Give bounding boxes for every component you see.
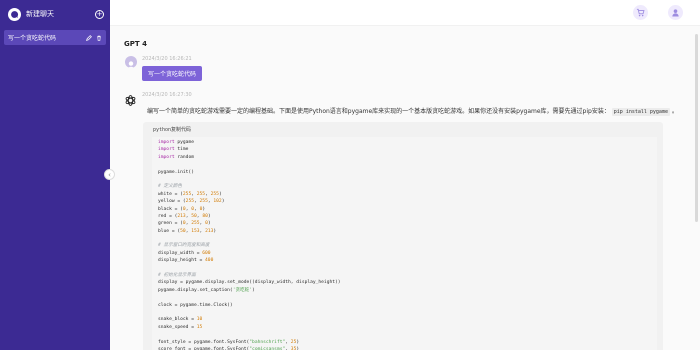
code-line: display_width = 600 [158, 250, 211, 256]
code-line: display = pygame.display.set_mode((displ… [158, 280, 341, 286]
assistant-intro-text: 编写一个简单的贪吃蛇游戏需要一定的编程基础。下面是使用Python语言和pyga… [147, 106, 678, 116]
code-line: import pygame [158, 140, 194, 145]
openai-logo-icon [124, 92, 137, 106]
code-line: # 显示窗口的宽度和高度 [158, 243, 210, 249]
code-line: clock = pygame.time.Clock() [158, 302, 233, 308]
scrollbar[interactable] [695, 34, 698, 222]
top-bar [110, 0, 700, 26]
code-line: score_font = pygame.font.SysFont("comics… [158, 346, 300, 350]
code-lines: import pygame import time import random py… [158, 139, 341, 350]
model-title: GPT 4 [124, 40, 147, 48]
code-line: pygame.init() [158, 169, 194, 175]
code-line: snake_speed = 15 [158, 324, 203, 330]
chat-area: GPT 4 2024/3/20 16:26:21 写一个贪吃蛇代码 2024/3… [110, 26, 700, 350]
delete-icon[interactable] [95, 34, 102, 41]
code-line: display_height = 400 [158, 258, 214, 264]
assistant-intro: 编写一个简单的贪吃蛇游戏需要一定的编程基础。下面是使用Python语言和pyga… [147, 108, 610, 115]
code-line: import random [158, 154, 194, 160]
code-line: import time [158, 147, 189, 153]
code-block: python复制代码 import pygame import time impor… [143, 122, 663, 350]
cart-icon[interactable] [633, 5, 648, 20]
code-line: green = (0, 255, 0) [158, 221, 211, 227]
code-line: # 定义颜色 [158, 184, 182, 190]
new-chat-plus-icon[interactable]: + [95, 9, 104, 19]
code-line: blue = (50, 153, 213) [158, 228, 217, 234]
inline-code-pip: pip install pygame [611, 108, 670, 116]
user-message-bubble: 写一个贪吃蛇代码 [142, 66, 203, 81]
assistant-intro-end: 。 [671, 108, 678, 115]
edit-icon[interactable] [85, 34, 92, 41]
code-line: white = (255, 255, 255) [158, 191, 222, 197]
sidebar-header: 新建聊天 + [0, 0, 110, 28]
code-line: yellow = (255, 255, 102) [158, 199, 225, 205]
app-logo-icon [8, 7, 21, 21]
code-content-area: import pygame import time import random py… [152, 137, 657, 350]
code-line: font_style = pygame.font.SysFont("bahnsc… [158, 339, 300, 345]
code-line: # 初始化显示界面 [158, 273, 196, 279]
assistant-message-time: 2024/3/20 16:27:30 [142, 92, 192, 98]
code-line: red = (213, 50, 80) [158, 213, 211, 219]
sidebar: 新建聊天 + 写一个贪吃蛇代码 [0, 0, 110, 350]
user-avatar-icon[interactable] [668, 5, 683, 20]
user-avatar [125, 56, 137, 68]
code-line: pygame.display.set_caption('贪吃蛇') [158, 287, 255, 293]
sidebar-item-chat[interactable]: 写一个贪吃蛇代码 [4, 30, 106, 45]
user-message-time: 2024/3/20 16:26:21 [142, 56, 192, 62]
collapse-sidebar-chevron-icon[interactable]: ‹ [104, 169, 115, 180]
code-caption: python复制代码 [153, 127, 192, 133]
code-line: snake_block = 10 [158, 317, 203, 323]
code-line: black = (0, 0, 0) [158, 206, 206, 212]
new-chat-title[interactable]: 新建聊天 [26, 9, 95, 19]
sidebar-item-label: 写一个贪吃蛇代码 [8, 35, 57, 42]
